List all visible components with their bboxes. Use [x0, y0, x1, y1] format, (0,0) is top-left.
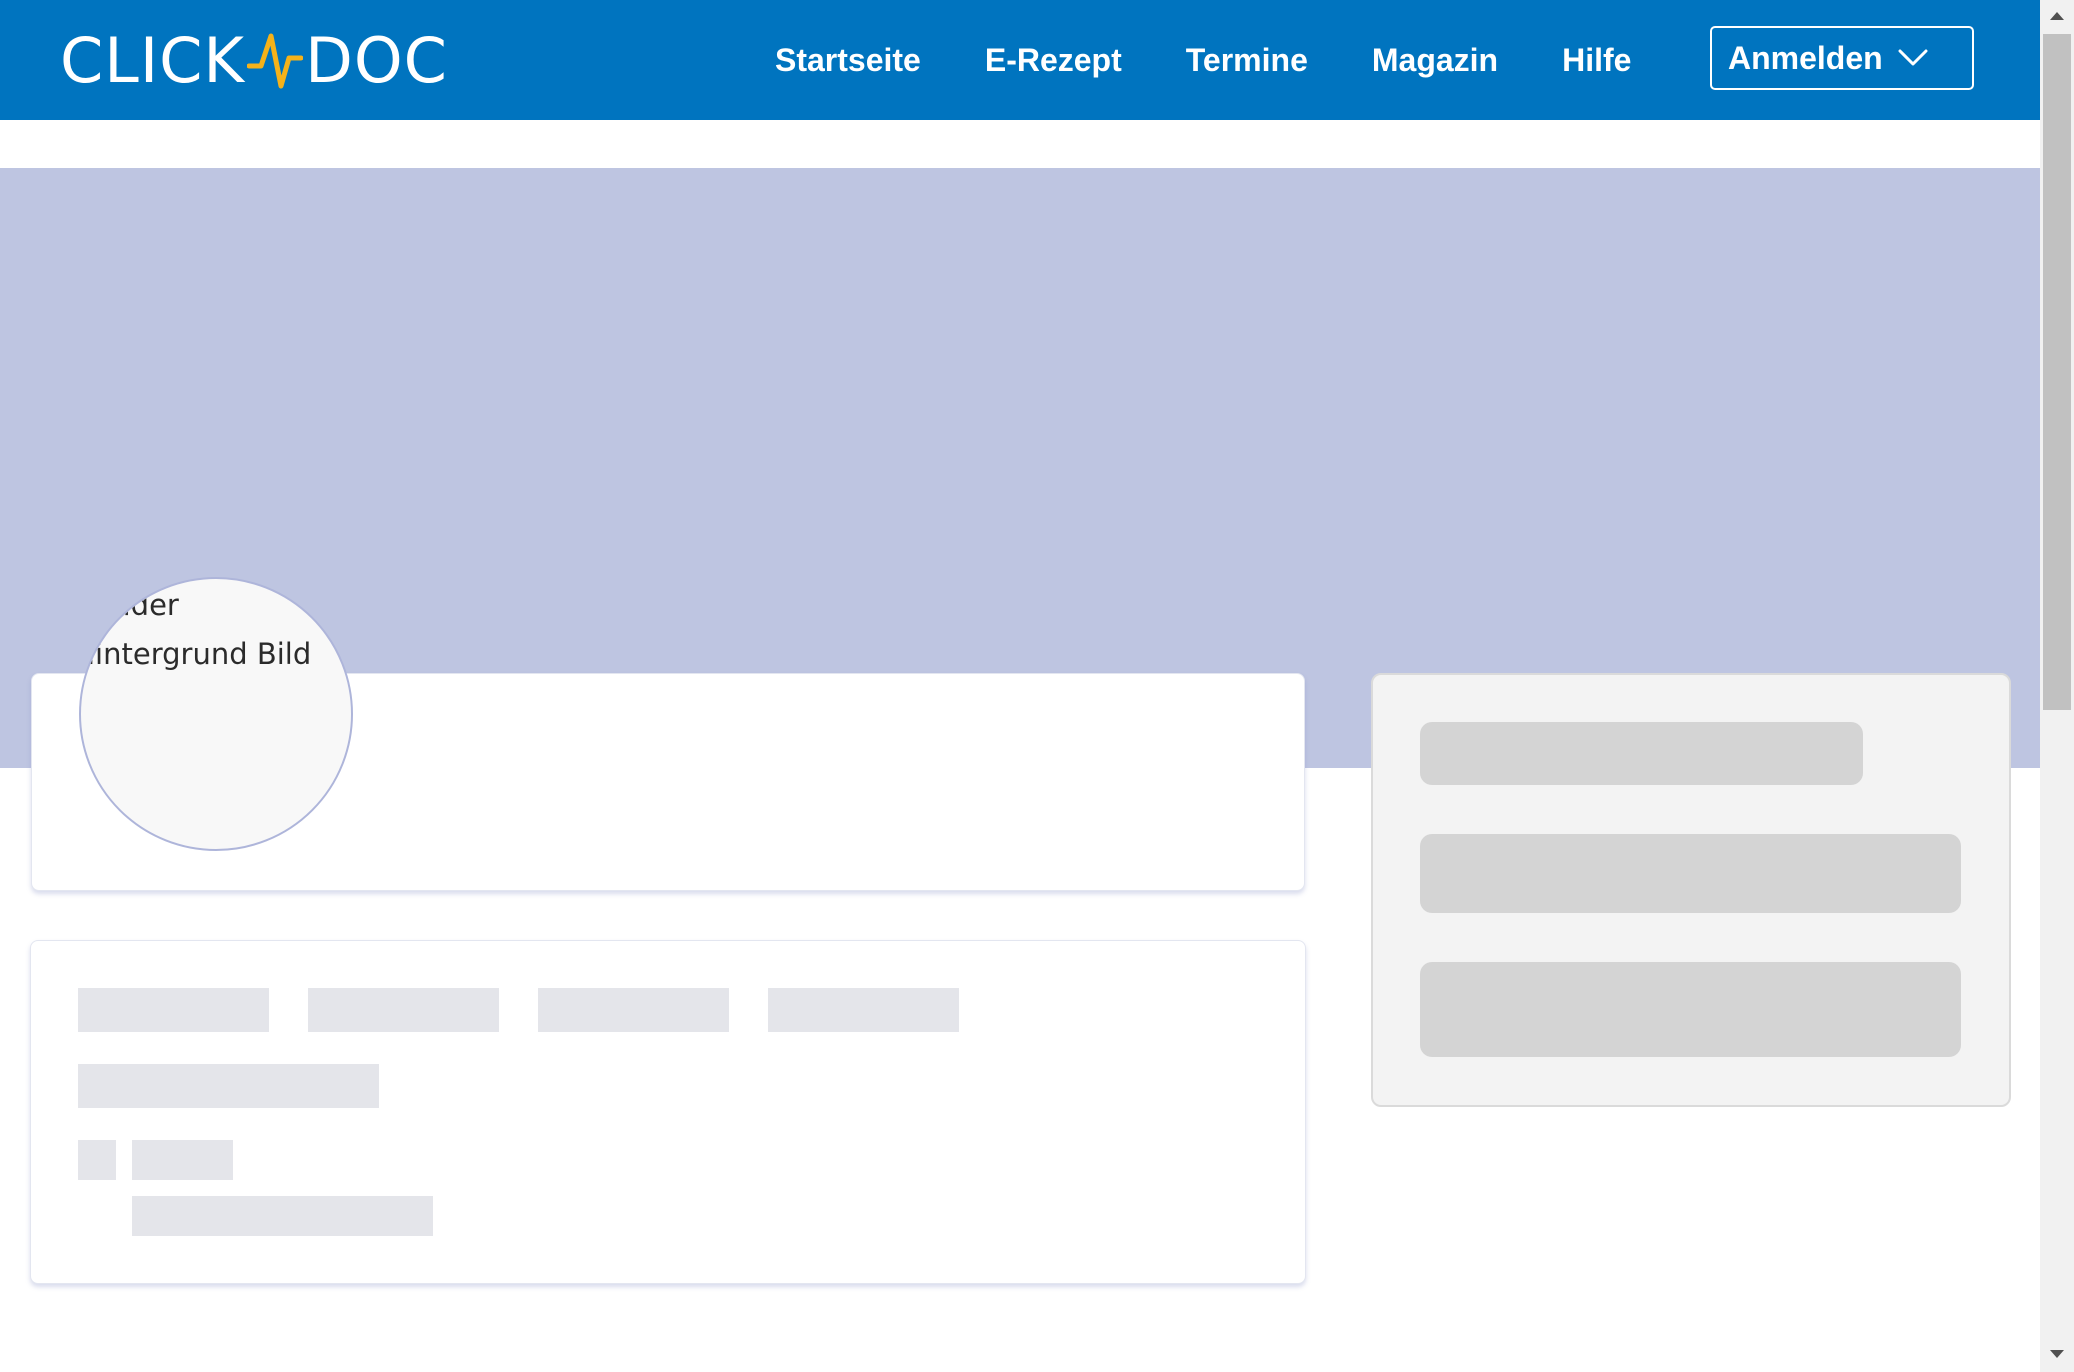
scroll-up-arrow-icon[interactable]	[2050, 12, 2064, 20]
logo-text-doc: DOC	[305, 24, 448, 97]
skeleton-text-line	[132, 1196, 433, 1236]
scrollbar-thumb[interactable]	[2043, 34, 2071, 710]
top-navbar: CLICK DOC Startseite E-Rezept Termine Ma…	[0, 0, 2040, 120]
nav-startseite[interactable]: Startseite	[775, 42, 921, 79]
details-card	[30, 940, 1306, 1284]
appointment-sidebar-card	[1371, 673, 2011, 1107]
skeleton-sidebar-field	[1420, 834, 1961, 913]
skeleton-label	[132, 1140, 233, 1180]
main-nav: Startseite E-Rezept Termine Magazin Hilf…	[775, 0, 1695, 120]
skeleton-sidebar-title	[1420, 722, 1863, 785]
logo-text-click: CLICK	[60, 24, 246, 97]
nav-termine[interactable]: Termine	[1186, 42, 1308, 79]
login-label: Anmelden	[1728, 39, 1883, 76]
scroll-down-arrow-icon[interactable]	[2050, 1350, 2064, 1358]
nav-e-rezept[interactable]: E-Rezept	[985, 42, 1122, 79]
avatar-alt-line-1: ieader	[87, 588, 179, 622]
heartbeat-icon	[247, 33, 304, 89]
skeleton-heading	[78, 1064, 379, 1108]
skeleton-icon	[78, 1140, 116, 1180]
avatar-alt-line-2: iintergrund Bild	[87, 637, 312, 671]
skeleton-tab-1	[78, 988, 269, 1032]
login-dropdown-button[interactable]: Anmelden	[1710, 26, 1974, 90]
skeleton-tab-2	[308, 988, 499, 1032]
avatar-alt-text: ieader iintergrund Bild	[87, 581, 311, 679]
nav-magazin[interactable]: Magazin	[1372, 42, 1498, 79]
skeleton-sidebar-button	[1420, 962, 1961, 1057]
clickdoc-logo[interactable]: CLICK DOC	[60, 26, 448, 96]
profile-avatar: ieader iintergrund Bild	[79, 577, 353, 851]
nav-hilfe[interactable]: Hilfe	[1562, 42, 1631, 79]
chevron-down-icon	[1898, 49, 1928, 66]
skeleton-tab-4	[768, 988, 959, 1032]
skeleton-tab-3	[538, 988, 729, 1032]
